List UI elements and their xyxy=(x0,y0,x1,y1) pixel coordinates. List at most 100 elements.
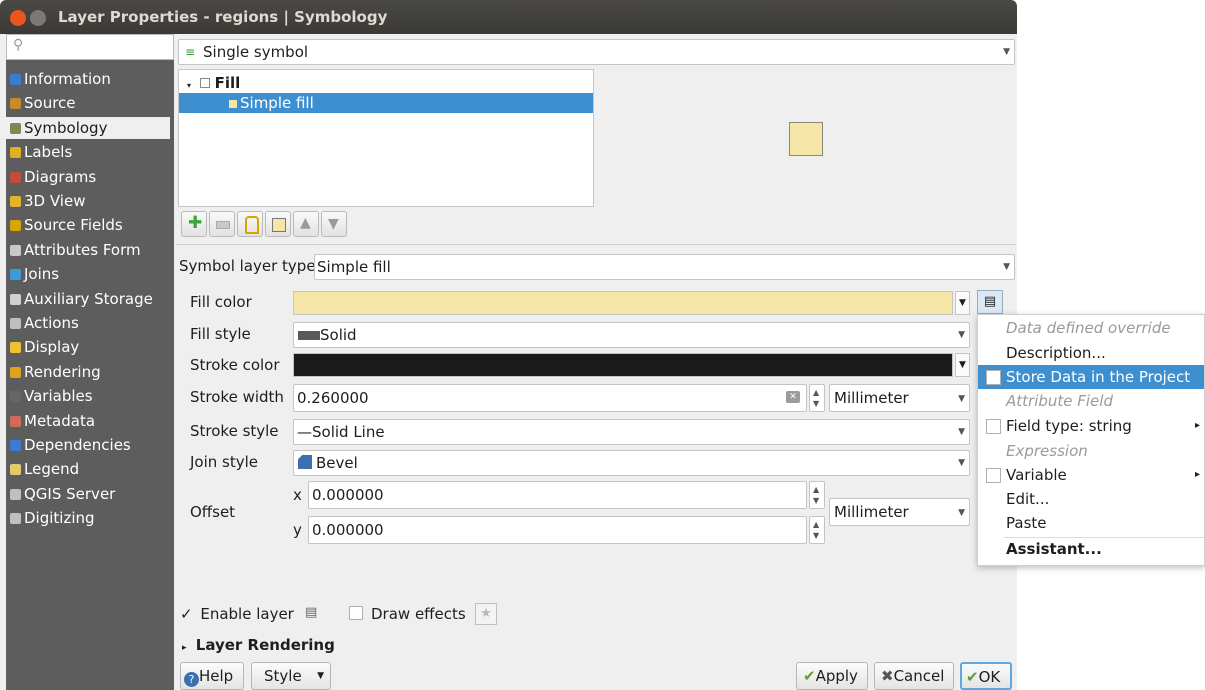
single-symbol-icon: ≡ xyxy=(185,45,196,59)
ok-button[interactable]: ✔OK xyxy=(960,662,1012,690)
fill-color-menu-button[interactable]: ▼ xyxy=(955,291,970,315)
sidebar-search-input[interactable]: ⚲ xyxy=(6,34,174,60)
stroke-style-select[interactable]: —Solid Line ▼ xyxy=(293,419,970,445)
fill-swatch-icon xyxy=(229,100,237,108)
offset-unit: Millimeter xyxy=(834,503,909,521)
chevron-down-icon: ▼ xyxy=(958,508,965,518)
chevron-down-icon: ▼ xyxy=(317,671,324,681)
offset-y-input[interactable]: 0.000000 xyxy=(308,516,807,544)
sidebar-item-legend[interactable]: Legend xyxy=(10,458,79,480)
sidebar-item-information[interactable]: Information xyxy=(10,68,111,90)
minimize-window-button[interactable] xyxy=(30,10,46,26)
sidebar-item-source[interactable]: Source xyxy=(10,92,76,114)
variables-icon xyxy=(10,391,21,403)
stroke-width-unit-select[interactable]: Millimeter ▼ xyxy=(829,384,970,412)
sidebar-item-label: Auxiliary Storage xyxy=(24,289,153,308)
duplicate-layer-button[interactable] xyxy=(265,211,291,237)
symbol-layer-type-select[interactable]: Simple fill ▼ xyxy=(314,254,1015,280)
lock-layer-button[interactable] xyxy=(237,211,263,237)
draw-effects-checkbox[interactable] xyxy=(349,606,363,620)
offset-y-spinner[interactable]: ▲ ▼ xyxy=(809,516,825,544)
search-icon: ⚲ xyxy=(13,37,24,53)
window-title: Layer Properties - regions | Symbology xyxy=(58,8,388,26)
sidebar-item-dependencies[interactable]: Dependencies xyxy=(10,434,131,456)
tree-item-simple-fill[interactable]: Simple fill xyxy=(179,93,593,113)
offset-x-spinner[interactable]: ▲ ▼ xyxy=(809,481,825,509)
menu-item-label: Store Data in the Project xyxy=(1006,368,1191,386)
join-style-select[interactable]: Bevel ▼ xyxy=(293,450,970,476)
bevel-join-icon xyxy=(298,455,312,469)
cancel-button[interactable]: ✖Cancel xyxy=(874,662,954,690)
help-button[interactable]: ? Help xyxy=(180,662,244,690)
menu-item-edit[interactable]: Edit... xyxy=(978,487,1204,511)
sidebar-item-attributes-form[interactable]: Attributes Form xyxy=(10,239,141,261)
clear-icon[interactable]: ✕ xyxy=(786,391,800,403)
move-up-button[interactable]: ▲ xyxy=(293,211,319,237)
sidebar-item-digitizing[interactable]: Digitizing xyxy=(10,507,95,529)
move-down-button[interactable]: ▼ xyxy=(321,211,347,237)
spin-arrows-icon: ▲ ▼ xyxy=(813,520,820,540)
sidebar-item-display[interactable]: Display xyxy=(10,336,79,358)
tree-item-fill[interactable]: ▾ Fill xyxy=(187,73,240,93)
offset-x-value: 0.000000 xyxy=(312,486,384,504)
cancel-label: Cancel xyxy=(893,667,945,685)
menu-item-description[interactable]: Description... xyxy=(978,341,1204,365)
offset-unit-select[interactable]: Millimeter ▼ xyxy=(829,498,970,526)
sidebar-item-rendering[interactable]: Rendering xyxy=(10,361,101,383)
remove-icon xyxy=(216,221,230,229)
source-icon xyxy=(10,98,21,110)
sidebar-item-joins[interactable]: Joins xyxy=(10,263,59,285)
sidebar-item-label: Symbology xyxy=(24,118,108,137)
menu-item-assistant[interactable]: Assistant... xyxy=(978,537,1204,561)
menu-item-paste[interactable]: Paste xyxy=(978,511,1204,535)
apply-button[interactable]: ✔Apply xyxy=(796,662,868,690)
sidebar-item-variables[interactable]: Variables xyxy=(10,385,93,407)
add-symbol-layer-button[interactable]: ✚ xyxy=(181,211,207,237)
symbology-icon xyxy=(10,122,21,134)
sidebar-item-diagrams[interactable]: Diagrams xyxy=(10,166,96,188)
stroke-width-spinner[interactable]: ▲ ▼ xyxy=(809,384,825,412)
sidebar-item-label: 3D View xyxy=(24,192,86,210)
stroke-width-input[interactable]: 0.260000 ✕ xyxy=(293,384,807,412)
fill-style-select[interactable]: Solid ▼ xyxy=(293,322,970,348)
symbol-layer-tree[interactable]: ▾ Fill Simple fill xyxy=(178,69,594,207)
divider xyxy=(176,244,1016,245)
layer-rendering-label: Layer Rendering xyxy=(195,636,335,654)
chevron-down-icon: ▼ xyxy=(958,330,965,340)
stroke-width-unit: Millimeter xyxy=(834,389,909,407)
join-style-value: Bevel xyxy=(316,454,358,472)
enable-layer-checkbox[interactable]: ✓ Enable layer xyxy=(180,605,294,623)
fill-color-button[interactable] xyxy=(293,291,953,315)
sidebar-item-metadata[interactable]: Metadata xyxy=(10,410,95,432)
sidebar-item-qgis-server[interactable]: QGIS Server xyxy=(10,483,115,505)
sidebar-item-labels[interactable]: Labels xyxy=(10,141,72,163)
check-icon: ✔ xyxy=(966,668,979,686)
data-defined-override-button[interactable]: ▤ xyxy=(977,290,1003,314)
menu-item-store-data[interactable]: Store Data in the Project xyxy=(978,365,1204,389)
style-button[interactable]: Style ▼ xyxy=(251,662,331,690)
effects-settings-button[interactable]: ★ xyxy=(475,603,497,625)
close-window-button[interactable] xyxy=(10,10,26,26)
fill-color-label: Fill color xyxy=(190,293,252,311)
sidebar-item-actions[interactable]: Actions xyxy=(10,312,79,334)
expand-arrow-icon: ▸ xyxy=(182,643,187,653)
renderer-select[interactable]: ≡ Single symbol ▼ xyxy=(178,39,1015,65)
offset-x-input[interactable]: 0.000000 xyxy=(308,481,807,509)
stroke-color-button[interactable] xyxy=(293,353,953,377)
data-defined-icon[interactable]: ▤ xyxy=(305,605,317,620)
renderer-value: Single symbol xyxy=(203,43,309,61)
auxiliary-storage-icon xyxy=(10,293,21,305)
stroke-color-menu-button[interactable]: ▼ xyxy=(955,353,970,377)
menu-item-variable[interactable]: Variable ▸ xyxy=(978,463,1204,487)
sidebar-item-auxiliary-storage[interactable]: Auxiliary Storage xyxy=(10,288,153,310)
stroke-color-label: Stroke color xyxy=(190,356,280,374)
sidebar-item-source-fields[interactable]: Source Fields xyxy=(10,214,123,236)
rendering-icon xyxy=(10,366,21,378)
sidebar-item-symbology[interactable]: Symbology xyxy=(6,116,170,139)
remove-symbol-layer-button[interactable] xyxy=(209,211,235,237)
tree-item-label: Fill xyxy=(214,74,241,92)
menu-item-field-type[interactable]: Field type: string ▸ xyxy=(978,414,1204,438)
layer-rendering-section[interactable]: ▸ Layer Rendering xyxy=(182,636,335,654)
sidebar-item-label: Digitizing xyxy=(24,509,95,528)
sidebar-item-3d-view[interactable]: 3D View xyxy=(10,190,85,212)
